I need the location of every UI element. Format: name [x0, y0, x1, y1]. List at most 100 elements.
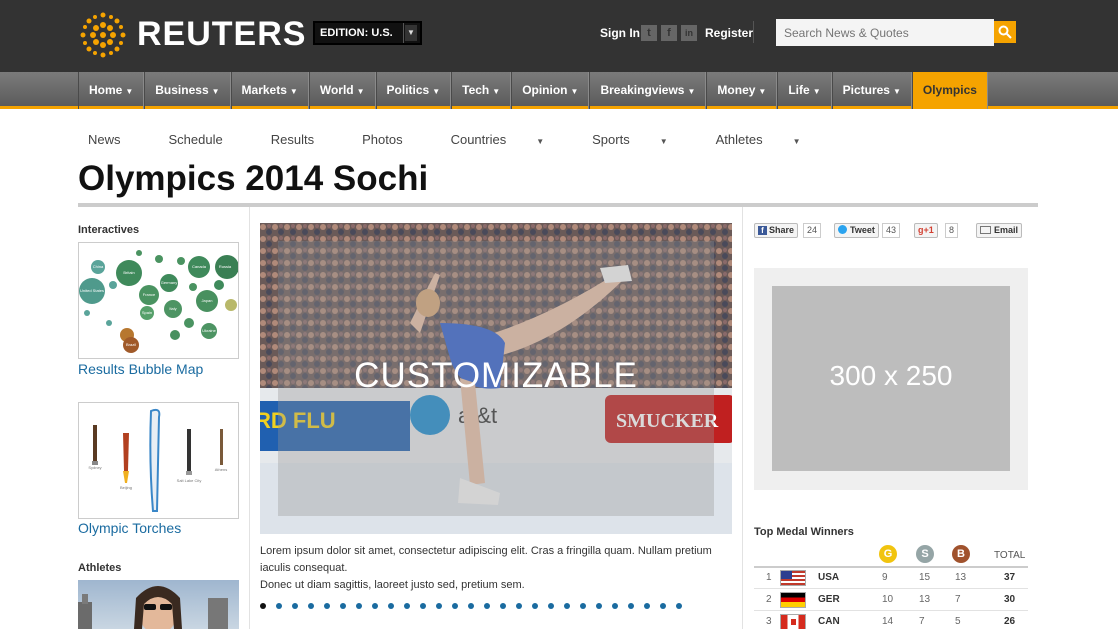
subnav-item-label: Countries [450, 132, 507, 147]
plus-one-label: +1 [923, 225, 934, 235]
silver-count: 7 [919, 616, 925, 627]
carousel-dot[interactable] [500, 603, 506, 609]
carousel-dot[interactable] [596, 603, 602, 609]
torch-label: Sydney [88, 465, 101, 470]
medal-row[interactable]: 2 GER 10 13 7 30 [754, 589, 1028, 611]
carousel-dot[interactable] [308, 603, 314, 609]
facebook-share-button[interactable]: f Share [754, 223, 799, 238]
carousel-dot[interactable] [452, 603, 458, 609]
carousel-dot[interactable] [356, 603, 362, 609]
chevron-down-icon: ▼ [659, 137, 668, 146]
carousel-dot[interactable] [436, 603, 442, 609]
bubble-map-thumbnail[interactable]: Russia Britain Germany Canada France Uni… [78, 242, 239, 359]
email-share-button[interactable]: Email [976, 223, 1023, 238]
top-header: REUTERS EDITION: U.S. ▼ Sign In t f in R… [0, 0, 1118, 72]
envelope-icon [980, 226, 991, 234]
bubble-label: Ukraine [202, 328, 217, 333]
nav-item-world[interactable]: World ▼ [308, 72, 376, 109]
carousel-dot[interactable] [676, 603, 682, 609]
hero-overlay-label: CUSTOMIZABLE [354, 356, 638, 395]
total-count: 30 [1004, 594, 1016, 605]
nav-item-markets[interactable]: Markets ▼ [230, 72, 309, 109]
carousel-pagination [260, 603, 692, 609]
subnav-item-news[interactable]: News [88, 132, 145, 147]
carousel-dot[interactable] [260, 603, 266, 609]
nav-item-home[interactable]: Home ▼ [78, 72, 145, 109]
carousel-dot[interactable] [404, 603, 410, 609]
carousel-dot[interactable] [564, 603, 570, 609]
bubble-label: Spain [142, 310, 152, 315]
tweet-button[interactable]: Tweet [834, 223, 879, 238]
hero-carousel[interactable]: RD FLU at&t SMUCKER CUSTOMIZABLE [260, 223, 732, 534]
sign-in-link[interactable]: Sign In [600, 26, 640, 40]
carousel-dot[interactable] [388, 603, 394, 609]
linkedin-icon[interactable]: in [681, 25, 697, 41]
carousel-dot[interactable] [484, 603, 490, 609]
olympic-torches-link[interactable]: Olympic Torches [78, 520, 181, 536]
chevron-down-icon: ▼ [570, 87, 579, 96]
medal-rank: 1 [766, 572, 772, 583]
nav-item-money[interactable]: Money ▼ [706, 72, 778, 109]
olympic-torches-thumbnail[interactable]: Sydney Beijing Salt Lake City Athens [78, 402, 239, 519]
carousel-dot[interactable] [660, 603, 666, 609]
search-button[interactable] [994, 21, 1016, 43]
search-input[interactable] [776, 19, 994, 46]
facebook-icon[interactable]: f [661, 25, 677, 41]
carousel-dot[interactable] [532, 603, 538, 609]
twitter-icon[interactable]: t [641, 25, 657, 41]
reuters-logo-icon[interactable] [78, 10, 128, 60]
carousel-dot[interactable] [372, 603, 378, 609]
subnav-item-results[interactable]: Results [271, 132, 338, 147]
carousel-dot[interactable] [548, 603, 554, 609]
nav-item-label: World [319, 83, 354, 97]
share-label: Share [769, 225, 795, 235]
nav-item-label: Life [788, 83, 810, 97]
nav-item-tech[interactable]: Tech ▼ [451, 72, 512, 109]
silver-count: 15 [919, 572, 931, 583]
subnav-item-schedule[interactable]: Schedule [169, 132, 247, 147]
carousel-dot[interactable] [612, 603, 618, 609]
logo-wordmark[interactable]: REUTERS [137, 15, 306, 54]
athlete-photo[interactable] [78, 580, 239, 629]
carousel-dot[interactable] [628, 603, 634, 609]
subnav-item-sports[interactable]: Sports ▼ [592, 132, 692, 147]
carousel-dot[interactable] [644, 603, 650, 609]
athletes-heading: Athletes [78, 562, 122, 574]
bubble-label: China [93, 264, 104, 269]
medal-rank: 2 [766, 594, 772, 605]
carousel-dot[interactable] [276, 603, 282, 609]
olympics-subnav: News Schedule Results Photos Countries ▼ Sport… [88, 132, 849, 147]
carousel-dot[interactable] [340, 603, 346, 609]
ad-slot[interactable]: 300 x 250 [754, 268, 1028, 490]
nav-item-pictures[interactable]: Pictures ▼ [831, 72, 912, 109]
chevron-down-icon: ▼ [792, 137, 801, 146]
hero-caption: Lorem ipsum dolor sit amet, consectetur … [260, 543, 732, 594]
gold-medal-icon: G [879, 545, 897, 563]
medal-rank: 3 [766, 616, 772, 627]
nav-item-opinion[interactable]: Opinion ▼ [511, 72, 590, 109]
carousel-dot[interactable] [580, 603, 586, 609]
subnav-item-countries[interactable]: Countries ▼ [451, 132, 569, 147]
nav-item-business[interactable]: Business ▼ [144, 72, 231, 109]
nav-item-politics[interactable]: Politics ▼ [375, 72, 452, 109]
register-link[interactable]: Register [705, 26, 753, 40]
carousel-dot[interactable] [468, 603, 474, 609]
medal-row[interactable]: 1 USA 9 15 13 37 [754, 567, 1028, 589]
carousel-dot[interactable] [420, 603, 426, 609]
nav-item-olympics[interactable]: Olympics [911, 72, 988, 109]
carousel-dot[interactable] [516, 603, 522, 609]
nav-item-breakingviews[interactable]: Breakingviews ▼ [589, 72, 707, 109]
carousel-dot[interactable] [292, 603, 298, 609]
header-divider [753, 21, 754, 43]
subnav-item-athletes[interactable]: Athletes ▼ [716, 132, 825, 147]
edition-select[interactable]: EDITION: U.S. ▼ [313, 21, 422, 45]
bubble-label: Brazil [126, 342, 136, 347]
total-count: 37 [1004, 572, 1016, 583]
carousel-dot[interactable] [324, 603, 330, 609]
medal-row[interactable]: 3 CAN 14 7 5 26 [754, 611, 1028, 629]
results-bubble-map-link[interactable]: Results Bubble Map [78, 361, 203, 377]
subnav-item-photos[interactable]: Photos [362, 132, 426, 147]
nav-item-life[interactable]: Life ▼ [777, 72, 832, 109]
google-plus-button[interactable]: g+1 [914, 223, 938, 238]
chevron-down-icon: ▼ [687, 87, 696, 96]
